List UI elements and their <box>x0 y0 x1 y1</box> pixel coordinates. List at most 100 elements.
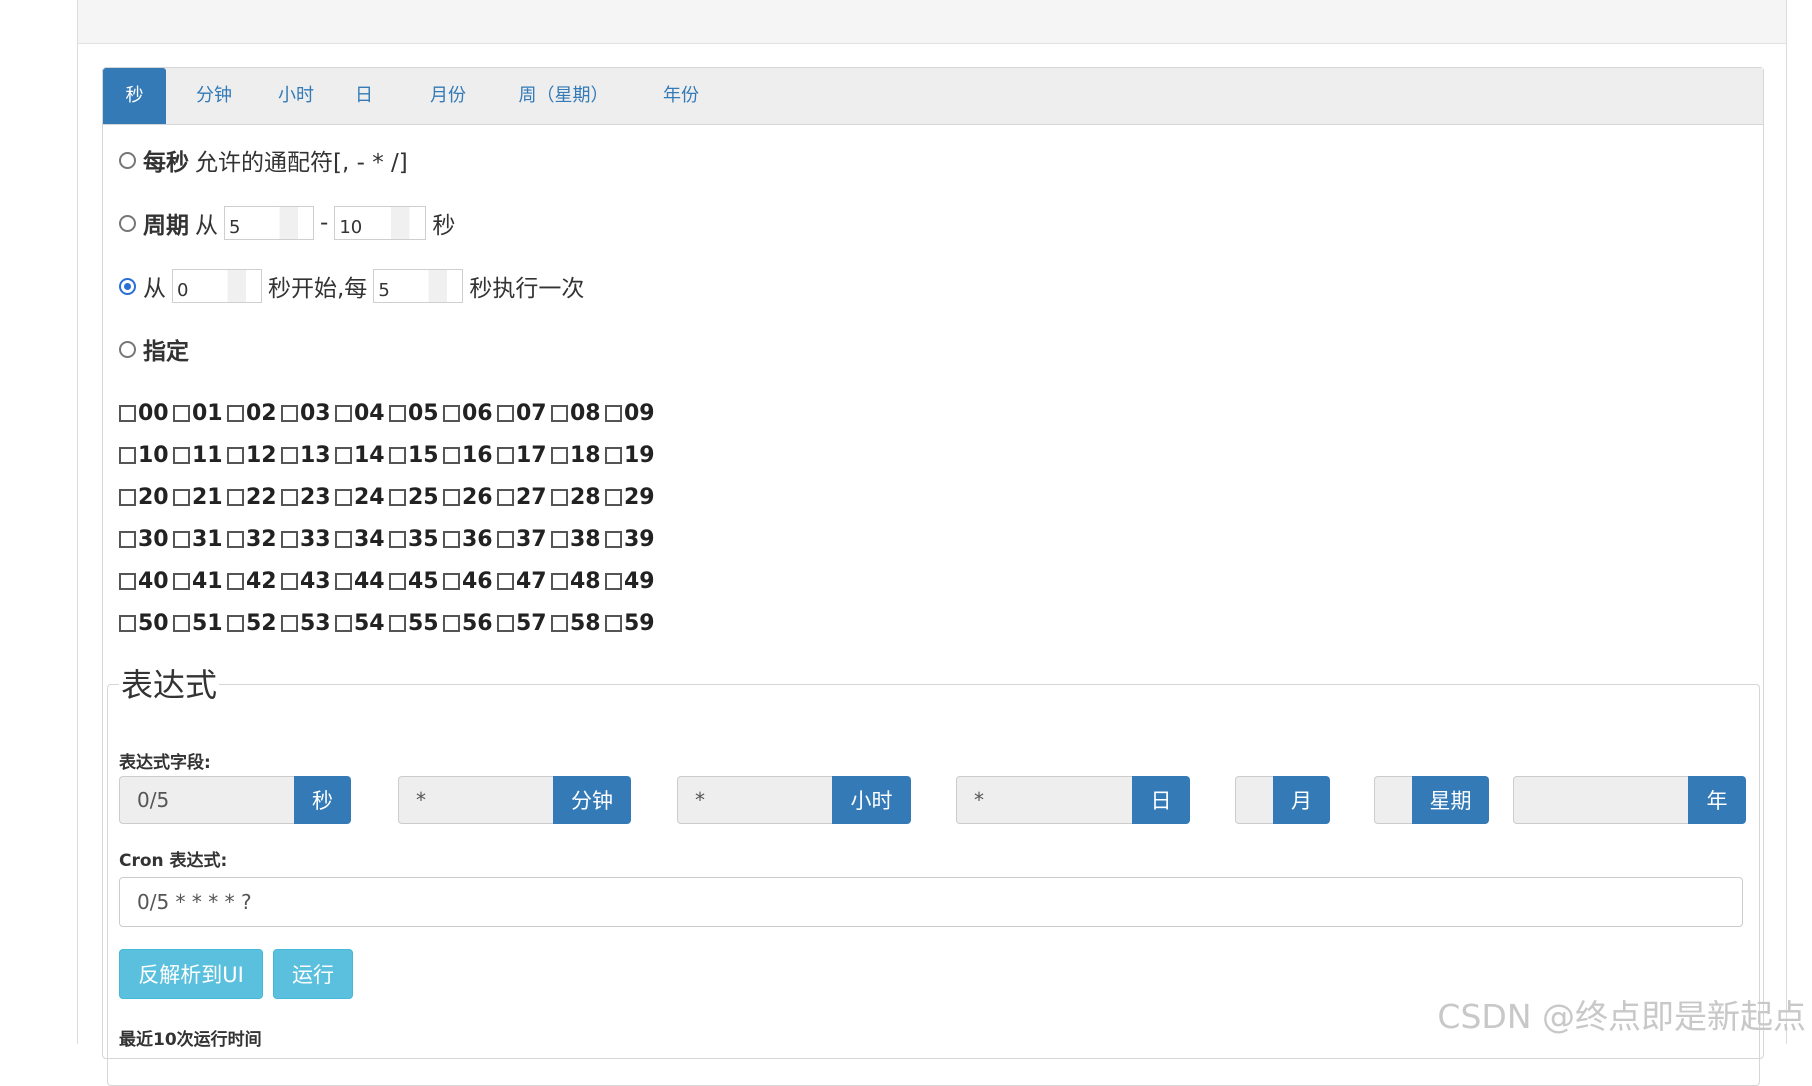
second-checkbox-item[interactable]: 13 <box>281 443 335 468</box>
tab-minute[interactable]: 分钟 <box>174 68 254 124</box>
tab-second[interactable]: 秒 <box>103 68 166 124</box>
second-checkbox-item[interactable]: 35 <box>389 527 443 552</box>
second-checkbox-item[interactable]: 08 <box>551 401 605 426</box>
second-checkbox-item[interactable]: 23 <box>281 485 335 510</box>
second-checkbox-item[interactable]: 15 <box>389 443 443 468</box>
second-checkbox-item[interactable]: 17 <box>497 443 551 468</box>
second-checkbox-item[interactable]: 09 <box>605 401 659 426</box>
second-checkbox-item[interactable]: 07 <box>497 401 551 426</box>
checkbox[interactable] <box>173 404 190 422</box>
second-checkbox-item[interactable]: 19 <box>605 443 659 468</box>
option-specify[interactable]: 指定 <box>119 332 189 366</box>
checkbox[interactable] <box>173 572 190 590</box>
second-checkbox-item[interactable]: 05 <box>389 401 443 426</box>
second-checkbox-item[interactable]: 49 <box>605 569 659 594</box>
second-checkbox-item[interactable]: 53 <box>281 611 335 636</box>
second-checkbox-item[interactable]: 59 <box>605 611 659 636</box>
second-checkbox-item[interactable]: 12 <box>227 443 281 468</box>
checkbox[interactable] <box>497 530 514 548</box>
checkbox[interactable] <box>335 614 352 632</box>
second-checkbox-item[interactable]: 43 <box>281 569 335 594</box>
second-checkbox-item[interactable]: 21 <box>173 485 227 510</box>
checkbox[interactable] <box>605 446 622 464</box>
second-checkbox-item[interactable]: 36 <box>443 527 497 552</box>
second-checkbox-item[interactable]: 45 <box>389 569 443 594</box>
radio-every[interactable] <box>119 151 136 169</box>
checkbox[interactable] <box>119 530 136 548</box>
second-checkbox-item[interactable]: 58 <box>551 611 605 636</box>
checkbox[interactable] <box>119 404 136 422</box>
second-checkbox-item[interactable]: 52 <box>227 611 281 636</box>
checkbox[interactable] <box>281 488 298 506</box>
month-field[interactable] <box>1235 776 1273 824</box>
second-checkbox-item[interactable]: 06 <box>443 401 497 426</box>
checkbox[interactable] <box>119 572 136 590</box>
second-checkbox-item[interactable]: 29 <box>605 485 659 510</box>
second-checkbox-item[interactable]: 42 <box>227 569 281 594</box>
second-checkbox-item[interactable]: 55 <box>389 611 443 636</box>
second-checkbox-item[interactable]: 30 <box>119 527 173 552</box>
checkbox[interactable] <box>119 446 136 464</box>
tab-week[interactable]: 周（星期） <box>501 68 626 124</box>
checkbox[interactable] <box>119 614 136 632</box>
checkbox[interactable] <box>497 404 514 422</box>
checkbox[interactable] <box>389 488 406 506</box>
second-checkbox-item[interactable]: 00 <box>119 401 173 426</box>
radio-from-every[interactable] <box>119 277 136 295</box>
radio-cycle[interactable] <box>119 214 136 232</box>
from-every-step-input[interactable]: 5 <box>373 269 464 303</box>
hour-field[interactable]: * <box>677 776 832 824</box>
checkbox[interactable] <box>335 572 352 590</box>
checkbox[interactable] <box>443 488 460 506</box>
checkbox[interactable] <box>335 446 352 464</box>
second-checkbox-item[interactable]: 28 <box>551 485 605 510</box>
checkbox[interactable] <box>227 572 244 590</box>
checkbox[interactable] <box>281 572 298 590</box>
option-every-second[interactable]: 每秒 允许的通配符[, - * /] <box>119 143 408 177</box>
second-checkbox-item[interactable]: 38 <box>551 527 605 552</box>
second-checkbox-item[interactable]: 32 <box>227 527 281 552</box>
second-checkbox-item[interactable]: 48 <box>551 569 605 594</box>
option-cycle[interactable]: 周期 从 5 - 10 秒 <box>119 206 455 240</box>
checkbox[interactable] <box>551 446 568 464</box>
checkbox[interactable] <box>551 572 568 590</box>
checkbox[interactable] <box>389 614 406 632</box>
checkbox[interactable] <box>389 572 406 590</box>
checkbox[interactable] <box>551 404 568 422</box>
checkbox[interactable] <box>497 488 514 506</box>
second-checkbox-item[interactable]: 01 <box>173 401 227 426</box>
checkbox[interactable] <box>389 446 406 464</box>
second-checkbox-item[interactable]: 02 <box>227 401 281 426</box>
second-checkbox-item[interactable]: 51 <box>173 611 227 636</box>
second-checkbox-item[interactable]: 39 <box>605 527 659 552</box>
second-field[interactable]: 0/5 <box>119 776 294 824</box>
year-field[interactable] <box>1513 776 1688 824</box>
second-checkbox-item[interactable]: 37 <box>497 527 551 552</box>
tab-hour[interactable]: 小时 <box>261 68 331 124</box>
second-checkbox-item[interactable]: 18 <box>551 443 605 468</box>
checkbox[interactable] <box>605 530 622 548</box>
checkbox[interactable] <box>173 614 190 632</box>
checkbox[interactable] <box>335 530 352 548</box>
checkbox[interactable] <box>173 488 190 506</box>
second-checkbox-item[interactable]: 16 <box>443 443 497 468</box>
run-button[interactable]: 运行 <box>273 949 353 999</box>
second-checkbox-item[interactable]: 03 <box>281 401 335 426</box>
second-checkbox-item[interactable]: 20 <box>119 485 173 510</box>
checkbox[interactable] <box>605 614 622 632</box>
checkbox[interactable] <box>227 488 244 506</box>
second-checkbox-item[interactable]: 57 <box>497 611 551 636</box>
second-checkbox-item[interactable]: 56 <box>443 611 497 636</box>
second-checkbox-item[interactable]: 25 <box>389 485 443 510</box>
checkbox[interactable] <box>497 446 514 464</box>
minute-field[interactable]: * <box>398 776 553 824</box>
second-checkbox-item[interactable]: 10 <box>119 443 173 468</box>
checkbox[interactable] <box>335 488 352 506</box>
option-from-every[interactable]: 从 0 秒开始,每 5 秒执行一次 <box>119 269 584 303</box>
second-checkbox-item[interactable]: 46 <box>443 569 497 594</box>
checkbox[interactable] <box>227 530 244 548</box>
checkbox[interactable] <box>443 614 460 632</box>
tab-month[interactable]: 月份 <box>408 68 488 124</box>
checkbox[interactable] <box>119 488 136 506</box>
second-checkbox-item[interactable]: 04 <box>335 401 389 426</box>
